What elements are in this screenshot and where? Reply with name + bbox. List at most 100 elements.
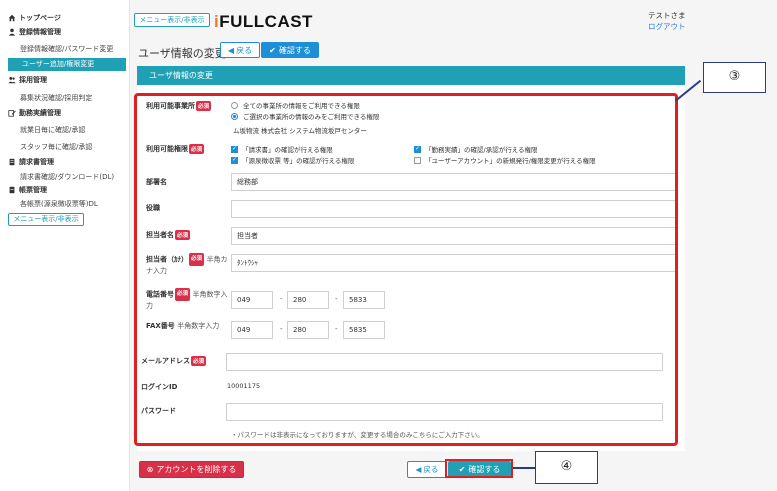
person-label: 担当者名 必須 [146,230,191,240]
fax-dash-2: - [335,325,338,333]
edit-icon [8,110,16,117]
phone-input-2[interactable]: 280 [287,291,329,309]
perm-invoice-checkbox[interactable]: ✓ 「請求書」の確認が行える権限 [231,144,333,154]
panel-header: ユーザ情報の変更 [137,66,685,85]
logo-text: FULLCAST [219,12,313,31]
perm-withholding-label: 「源泉徴収票 等」の確認が行える権限 [242,157,355,165]
fax-note: 半角数字入力 [177,322,220,330]
fax-label: FAX番号 半角数字入力 [146,321,230,332]
password-note: ・パスワードは非表示になっておりますが、変更する場合のみこちらにご入力下さい。 [231,431,484,439]
perm-user-account-checkbox[interactable]: 「ユーザーアカウント」の新規発行/権限変更が行える権限 [414,155,596,165]
required-badge: 必須 [175,230,191,240]
back-arrow-icon: ◀ [415,465,422,474]
radio-selected-icon [231,112,238,120]
phone-input-1[interactable]: 049 [231,291,273,309]
home-icon [8,14,16,22]
checkbox-icon [414,156,421,164]
login-id-label: ログインID [141,383,178,391]
dept-input[interactable]: 総務部 [231,173,677,191]
sidebar-menu-toggle-button[interactable]: メニュー表示/非表示 [8,213,84,226]
person-label-text: 担当者名 [146,231,174,239]
kana-label-text: 担当者（ｶﾅ） [146,255,188,264]
required-badge: 必須 [175,288,191,301]
sidebar-item-password[interactable]: 登録情報確認/パスワード変更 [20,44,113,54]
phone-dash-2: - [335,295,338,303]
check-circle-icon: ✔ [269,45,276,55]
close-circle-icon: ⊗ [146,465,154,474]
sidebar-item-staff[interactable]: スタッフ毎に確認/承認 [20,142,92,152]
back-button-bottom[interactable]: ◀ 戻る [407,461,447,478]
password-input[interactable] [226,403,663,421]
phone-input-3[interactable]: 5833 [343,291,385,309]
person-input[interactable]: 担当者 [231,227,677,245]
checkbox-checked-icon: ✓ [231,156,238,164]
delete-label: アカウントを削除する [156,465,237,474]
logout-link[interactable]: ログアウト [648,21,686,32]
role-label: 役職 [146,204,160,212]
office-option-selected[interactable]: ご選択の事業所の情報のみをご利用できる権限 [231,111,379,121]
menu-toggle-button[interactable]: メニュー表示/非表示 [134,13,210,27]
document-icon [9,158,15,166]
phone-label: 電話番号 必須 半角数字入力 [146,288,230,312]
callout-3: ③ [703,62,766,93]
fax-input-2[interactable]: 280 [287,321,329,339]
office-name: ム坂物流 株式会社 システム物流坂戸センター [233,127,367,135]
kana-input[interactable]: ﾀﾝﾄｳｼｬ [231,254,677,272]
required-badge: 必須 [191,356,207,366]
page-title: ユーザ情報の変更 [138,47,226,60]
back-label: 戻る [423,465,439,474]
sidebar-item-recruit-status[interactable]: 募集状況確認/採用判定 [20,93,92,103]
file-icon [9,186,15,194]
sidebar-category-forms: 帳票管理 [8,185,47,195]
permission-label: 利用可能権限 必須 [146,144,205,154]
radio-icon [231,101,238,109]
sidebar-category-recruit: 採用管理 [8,75,47,85]
office-label-text: 利用可能事業所 [146,102,195,110]
required-badge: 必須 [196,101,212,111]
office-option-all-label: 全ての事業所の情報をご利用できる権限 [243,102,360,110]
fax-dash-1: - [280,325,283,333]
login-id-value: 10001175 [227,382,261,390]
sidebar-category-registration: 登録情報管理 [8,27,61,37]
office-option-all[interactable]: 全ての事業所の情報をご利用できる権限 [231,100,360,110]
perm-invoice-label: 「請求書」の確認が行える権限 [242,146,333,154]
logo: iFULLCAST [214,12,313,31]
user-name: テストさま [648,11,686,20]
confirm-button-bottom[interactable]: ✔ 確認する [448,461,511,478]
office-label: 利用可能事業所 必須 [146,101,212,111]
fax-input-1[interactable]: 049 [231,321,273,339]
sidebar-item-daily[interactable]: 就業日毎に確認/承認 [20,125,85,135]
perm-attendance-label: 「勤務実績」の確認/承認が行える権限 [425,146,538,154]
sidebar-category-label: 採用管理 [19,76,47,84]
back-button-top[interactable]: ◀ 戻る [220,42,260,58]
sidebar-item-invoice-dl[interactable]: 請求書確認/ダウンロード(DL) [20,172,114,182]
confirm-button-top[interactable]: ✔ 確認する [261,42,319,58]
sidebar-item-user-add[interactable]: ユーザー追加/権限変更 [8,58,126,71]
confirm-label: 確認する [278,45,311,55]
check-circle-icon: ✔ [458,465,466,474]
password-label: パスワード [141,407,176,415]
sidebar-item-label: トップページ [19,14,61,22]
required-badge: 必須 [189,253,205,266]
sidebar-item-forms-dl[interactable]: 各帳票(源泉徴収票等)DL [20,199,98,209]
role-input[interactable] [231,200,677,218]
callout-leader-4 [513,467,535,469]
permission-label-text: 利用可能権限 [146,145,188,153]
email-label-text: メールアドレス [141,357,190,365]
required-badge: 必須 [189,144,205,154]
sidebar-category-label: 請求書管理 [19,158,54,166]
kana-label: 担当者（ｶﾅ） 必須 半角カナ入力 [146,253,230,277]
fax-input-3[interactable]: 5835 [343,321,385,339]
users-icon [8,76,16,84]
user-icon [8,28,16,36]
perm-withholding-checkbox[interactable]: ✓ 「源泉徴収票 等」の確認が行える権限 [231,155,354,165]
sidebar-item-top[interactable]: トップページ [8,13,61,23]
fax-label-text: FAX番号 [146,322,175,330]
back-arrow-icon: ◀ [227,45,235,55]
sidebar-category-label: 帳票管理 [19,186,47,194]
email-input[interactable] [226,353,663,371]
delete-account-button[interactable]: ⊗ アカウントを削除する [139,461,244,478]
sidebar-category-label: 登録情報管理 [19,28,61,36]
perm-attendance-checkbox[interactable]: ✓ 「勤務実績」の確認/承認が行える権限 [414,144,538,154]
sidebar-category-label: 勤務実績管理 [19,109,61,117]
